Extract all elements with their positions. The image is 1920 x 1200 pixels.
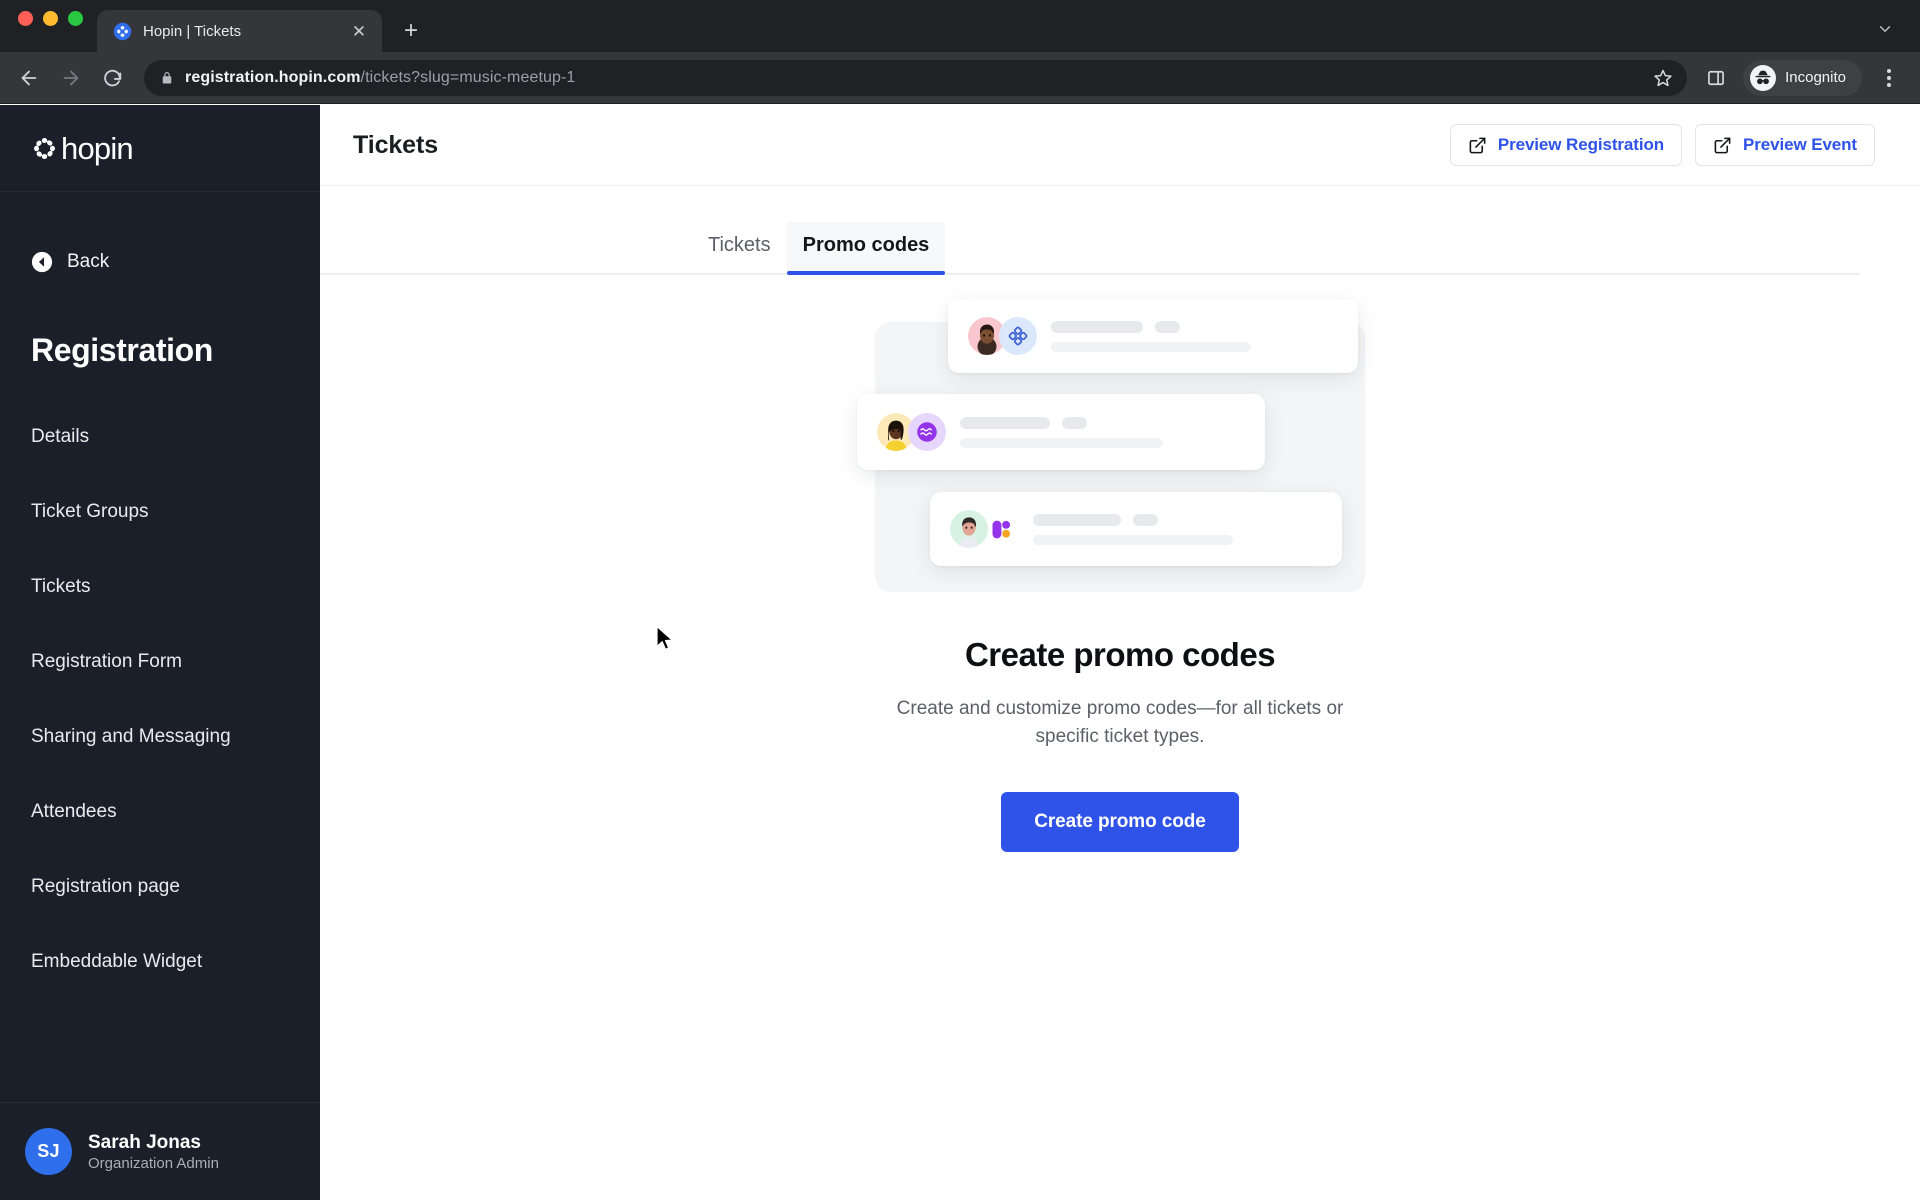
- star-icon[interactable]: [1647, 62, 1679, 94]
- preview-event-button[interactable]: Preview Event: [1695, 124, 1875, 166]
- main-content: Tickets Preview Registration Preview Eve…: [320, 105, 1920, 1200]
- page-header: Tickets Preview Registration Preview Eve…: [320, 105, 1920, 186]
- empty-state: Create promo codes Create and customize …: [320, 275, 1920, 1200]
- illustration-placeholder-lines: [960, 416, 1245, 448]
- kebab-menu-icon[interactable]: [1872, 61, 1906, 95]
- tabs-container: Tickets Promo codes: [320, 222, 1920, 275]
- pills-badge-icon: [992, 520, 1011, 539]
- tab-promo-codes[interactable]: Promo codes: [786, 222, 946, 275]
- placeholder-bar: [1062, 416, 1087, 429]
- placeholder-bar: [1155, 320, 1180, 333]
- tab-tickets[interactable]: Tickets: [692, 222, 787, 273]
- placeholder-bar: [1133, 513, 1158, 526]
- illustration-avatars: [968, 317, 1037, 355]
- sidebar-back-label: Back: [67, 251, 110, 272]
- wave-badge-icon: [917, 422, 937, 442]
- empty-state-title: Create promo codes: [964, 636, 1276, 673]
- page-title: Tickets: [353, 130, 439, 159]
- incognito-icon: [1750, 64, 1777, 91]
- hopin-favicon: [113, 22, 132, 40]
- back-button[interactable]: [10, 59, 48, 97]
- placeholder-bar: [960, 416, 1050, 429]
- external-link-icon: [1714, 137, 1731, 153]
- profile-button[interactable]: Incognito: [1743, 59, 1862, 96]
- placeholder-bar: [1033, 534, 1233, 545]
- placeholder-bar: [960, 437, 1163, 448]
- brand-badge-icon: [999, 317, 1037, 355]
- placeholder-bar: [1033, 513, 1121, 526]
- lock-icon: [160, 71, 175, 85]
- maximize-window-button[interactable]: [68, 10, 83, 26]
- window-controls: [18, 0, 97, 52]
- app-body: hopin Back Registration Details Ticket G…: [0, 105, 1920, 1200]
- illustration-card: [948, 299, 1358, 373]
- address-bar[interactable]: registration.hopin.com/tickets?slug=musi…: [144, 59, 1688, 96]
- user-name: Sarah Jonas: [88, 1131, 201, 1153]
- reload-button[interactable]: [94, 59, 132, 97]
- forward-button[interactable]: [52, 59, 90, 97]
- promo-codes-illustration: [857, 299, 1365, 592]
- hopin-logo-mark: [34, 137, 55, 159]
- placeholder-bar: [1051, 341, 1251, 352]
- side-panel-icon[interactable]: [1699, 61, 1733, 95]
- sidebar-item-registration-form[interactable]: Registration Form: [0, 624, 320, 699]
- brand-badge-icon: [908, 413, 946, 451]
- sidebar: hopin Back Registration Details Ticket G…: [0, 105, 320, 1200]
- illustration-avatars: [950, 510, 1019, 548]
- header-actions: Preview Registration Preview Event: [1449, 124, 1875, 166]
- browser-toolbar: registration.hopin.com/tickets?slug=musi…: [0, 52, 1920, 104]
- back-circle-icon: [31, 251, 53, 273]
- sidebar-item-ticket-groups[interactable]: Ticket Groups: [0, 474, 320, 549]
- preview-registration-label: Preview Registration: [1497, 135, 1665, 154]
- illustration-placeholder-lines: [1051, 320, 1338, 352]
- avatar: SJ: [25, 1128, 72, 1175]
- sidebar-logo[interactable]: hopin: [0, 105, 320, 192]
- sidebar-section-title: Registration: [31, 332, 213, 368]
- browser-tab[interactable]: Hopin | Tickets ✕: [97, 10, 382, 52]
- close-icon[interactable]: ✕: [348, 20, 370, 42]
- sidebar-item-tickets[interactable]: Tickets: [0, 549, 320, 624]
- brand-badge-icon: [981, 510, 1019, 548]
- illustration-card: [857, 394, 1265, 470]
- preview-registration-button[interactable]: Preview Registration: [1449, 124, 1683, 166]
- preview-event-label: Preview Event: [1743, 135, 1857, 154]
- minimize-window-button[interactable]: [43, 10, 58, 26]
- browser-tabstrip: Hopin | Tickets ✕ +: [0, 0, 1920, 52]
- sidebar-logo-text: hopin: [61, 130, 134, 166]
- sidebar-item-attendees[interactable]: Attendees: [0, 774, 320, 849]
- placeholder-bar: [1051, 320, 1143, 333]
- url-path: /tickets?slug=music-meetup-1: [360, 68, 576, 86]
- sidebar-user[interactable]: SJ Sarah Jonas Organization Admin: [0, 1102, 320, 1200]
- empty-state-description: Create and customize promo codes—for all…: [896, 698, 1344, 747]
- new-tab-button[interactable]: +: [394, 14, 428, 48]
- sidebar-item-details[interactable]: Details: [0, 399, 320, 474]
- user-role: Organization Admin: [88, 1154, 219, 1172]
- address-bar-text: registration.hopin.com/tickets?slug=musi…: [185, 69, 1637, 87]
- profile-label: Incognito: [1785, 69, 1846, 86]
- illustration-placeholder-lines: [1033, 513, 1322, 545]
- illustration-avatars: [877, 413, 946, 451]
- browser-window: Hopin | Tickets ✕ + registration.hopin.c…: [0, 0, 1920, 1200]
- illustration-card: [930, 492, 1342, 566]
- sidebar-back-button[interactable]: Back: [0, 231, 320, 293]
- sidebar-nav: Details Ticket Groups Tickets Registrati…: [0, 399, 320, 999]
- sidebar-item-registration-page[interactable]: Registration page: [0, 849, 320, 924]
- sidebar-item-sharing-and-messaging[interactable]: Sharing and Messaging: [0, 699, 320, 774]
- external-link-icon: [1469, 137, 1486, 153]
- url-domain: registration.hopin.com: [185, 68, 361, 86]
- browser-tab-title: Hopin | Tickets: [143, 22, 242, 40]
- close-window-button[interactable]: [18, 10, 33, 26]
- create-promo-code-button[interactable]: Create promo code: [1001, 792, 1239, 853]
- chevron-down-icon[interactable]: [1872, 16, 1898, 42]
- tabs: Tickets Promo codes: [320, 222, 1860, 275]
- sidebar-item-embeddable-widget[interactable]: Embeddable Widget: [0, 924, 320, 999]
